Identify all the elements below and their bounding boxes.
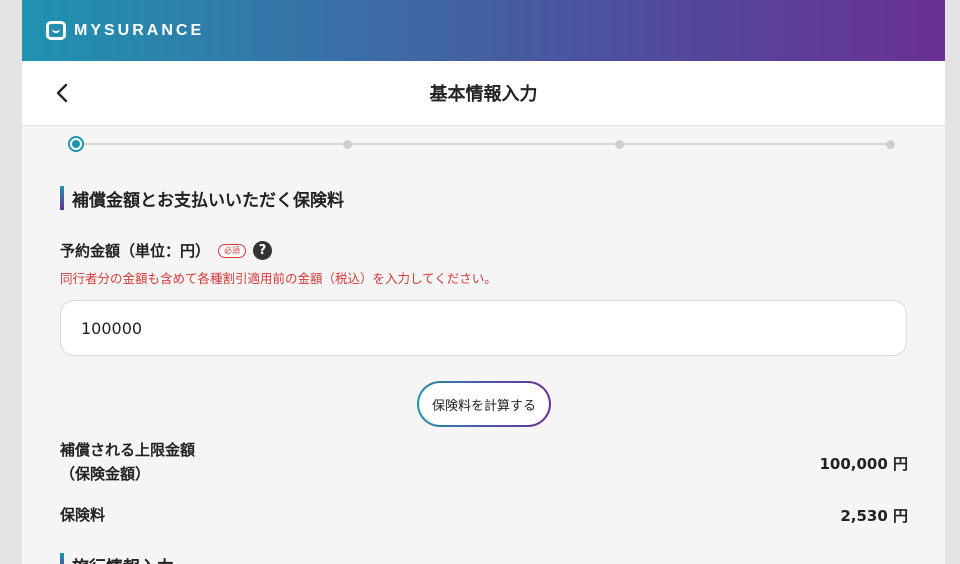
step-dot-2 xyxy=(343,140,352,149)
premium-value: 2,530 円 xyxy=(840,507,908,525)
reservation-amount-label: 予約金額（単位：円） xyxy=(60,242,211,260)
premium-label: 保険料 xyxy=(60,506,106,524)
next-section-heading: 旅行情報入力 xyxy=(60,553,174,564)
coverage-limit-label-line2: （保険金額） xyxy=(60,465,151,483)
app-frame: MYSURANCE 基本情報入力 補償金額とお支払いいただく保険料 予約金額（単… xyxy=(22,0,945,564)
step-progress xyxy=(22,136,945,152)
calculate-premium-button[interactable]: 保険料を計算する xyxy=(419,383,549,425)
page-title-bar: 基本情報入力 xyxy=(22,61,945,126)
brand-logo-icon xyxy=(46,21,66,40)
reservation-amount-input[interactable] xyxy=(60,300,907,356)
section-heading-text: 補償金額とお支払いいただく保険料 xyxy=(72,190,344,211)
reservation-amount-label-row: 予約金額（単位：円） 必須 ? xyxy=(60,240,273,261)
brand-header: MYSURANCE xyxy=(22,0,945,61)
heading-accent-bar xyxy=(60,186,64,210)
brand-name: MYSURANCE xyxy=(74,21,205,39)
coverage-limit-value: 100,000 円 xyxy=(819,455,908,473)
chevron-left-icon xyxy=(56,83,68,103)
step-dot-3 xyxy=(615,140,624,149)
required-badge: 必須 xyxy=(218,243,247,258)
reservation-amount-note: 同行者分の金額も含めて各種割引適用前の金額（税込）を入力してください。 xyxy=(60,271,497,286)
section-heading: 補償金額とお支払いいただく保険料 xyxy=(60,186,344,211)
next-section-heading-text: 旅行情報入力 xyxy=(72,553,174,564)
progress-track xyxy=(76,143,890,145)
calculate-premium-button-border: 保険料を計算する xyxy=(417,381,551,427)
step-dot-4 xyxy=(886,140,895,149)
step-dot-1-current xyxy=(68,136,84,152)
page-title: 基本情報入力 xyxy=(429,84,538,105)
back-button[interactable] xyxy=(50,81,74,105)
coverage-limit-label: 補償される上限金額 （保険金額） xyxy=(60,438,195,486)
coverage-limit-label-line1: 補償される上限金額 xyxy=(60,441,196,459)
heading-accent-bar xyxy=(60,553,64,564)
help-icon[interactable]: ? xyxy=(253,241,273,260)
